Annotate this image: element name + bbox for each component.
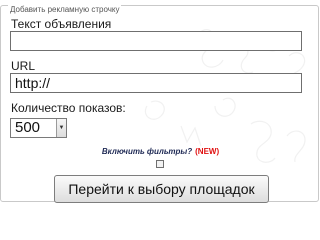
select-placements-button[interactable]: Перейти к выбору площадок (54, 175, 269, 203)
url-input[interactable]: http:// (10, 73, 302, 93)
impressions-select[interactable]: 500 ▼ (10, 118, 67, 138)
url-label: URL (11, 59, 36, 73)
new-badge: (NEW) (195, 147, 220, 156)
ad-line-form: Добавить рекламную строчку Текст объявле… (0, 5, 320, 203)
filters-checkbox[interactable] (156, 160, 164, 168)
filters-label: Включить фильтры? (101, 147, 193, 156)
impressions-select-value: 500 (15, 119, 41, 136)
ad-text-input[interactable] (10, 31, 302, 51)
form-legend: Добавить рекламную строчку (8, 5, 122, 15)
ad-text-label: Текст объявления (11, 17, 112, 31)
impressions-label: Количество показов: (11, 101, 126, 115)
chevron-down-icon[interactable]: ▼ (56, 119, 66, 137)
filters-row: Включить фильтры? (NEW) (1, 147, 320, 157)
